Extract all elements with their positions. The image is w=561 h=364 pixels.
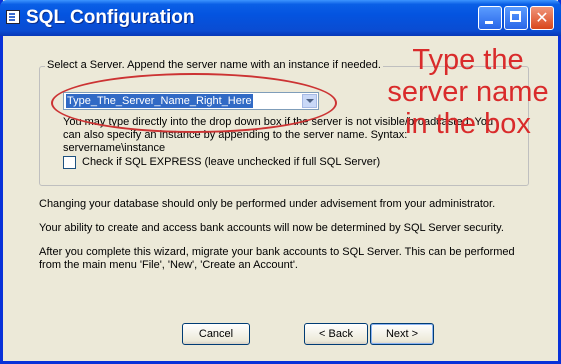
advisement-text: Changing your database should only be pe…	[39, 198, 496, 210]
annotation-ellipse	[51, 73, 337, 133]
sql-express-label[interactable]: Check if SQL EXPRESS (leave unchecked if…	[82, 156, 380, 168]
sql-configuration-window: SQL Configuration ✕ Select a Server. App…	[0, 0, 561, 364]
migrate-text: After you complete this wizard, migrate …	[39, 246, 515, 271]
close-button[interactable]: ✕	[530, 6, 554, 30]
server-group-legend: Select a Server. Append the server name …	[45, 59, 383, 71]
minimize-button[interactable]	[478, 6, 502, 30]
app-icon	[6, 10, 20, 24]
back-button[interactable]: < Back	[304, 323, 368, 345]
maximize-button[interactable]	[504, 6, 528, 30]
cancel-button[interactable]: Cancel	[182, 323, 250, 345]
next-button[interactable]: Next >	[370, 323, 434, 345]
security-text: Your ability to create and access bank a…	[39, 222, 504, 234]
maximize-icon	[510, 11, 521, 22]
window-title: SQL Configuration	[26, 7, 195, 28]
title-bar[interactable]: SQL Configuration ✕	[0, 0, 561, 36]
sql-express-checkbox[interactable]	[63, 156, 76, 169]
annotation-text: Type the server name in the box	[387, 44, 549, 140]
close-icon: ✕	[535, 8, 549, 27]
minimize-icon	[485, 21, 493, 24]
